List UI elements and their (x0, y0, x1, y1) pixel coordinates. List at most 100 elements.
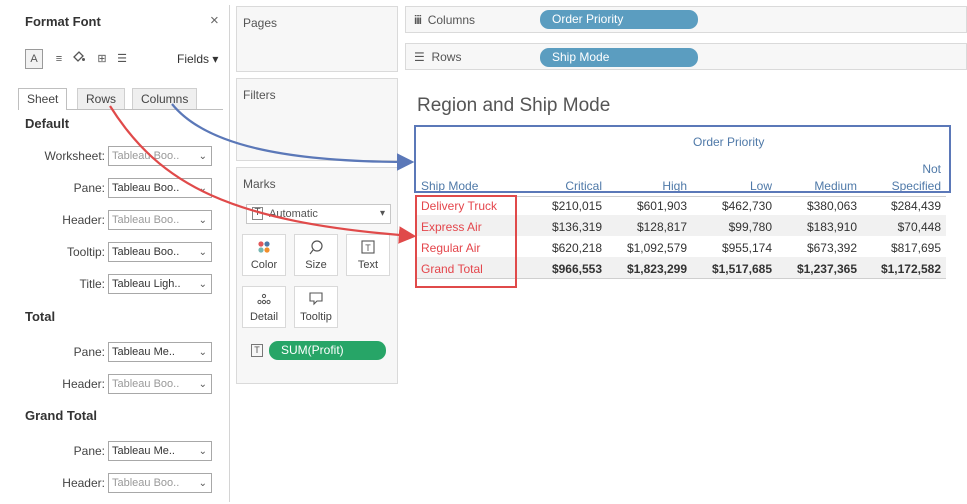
chevron-down-icon: ⌄ (198, 151, 207, 162)
tooltip-font-value: Tableau Boo.. (112, 246, 180, 258)
table-cell-total: $1,517,685 (711, 262, 772, 276)
columns-shelf-text: Columns (427, 13, 476, 27)
color-dots-icon (243, 239, 285, 255)
table-cell-total: $966,553 (551, 262, 602, 276)
header-font-select[interactable]: Tableau Boo.. ⌄ (108, 210, 212, 230)
table-cell: $210,015 (551, 199, 602, 213)
alignment-icon[interactable]: ≡ (50, 49, 68, 69)
table-cell: $380,063 (806, 199, 857, 213)
chevron-down-icon: ⌄ (198, 379, 207, 390)
fields-dropdown[interactable]: Fields ▾ (177, 52, 218, 66)
tab-sheet[interactable]: Sheet (18, 88, 68, 110)
grand-total-header-label: Header: (62, 476, 105, 490)
color-label: Color (250, 259, 278, 271)
table-cell: $1,092,579 (626, 241, 687, 255)
table-cell: $183,910 (806, 220, 857, 234)
section-total-heading: Total (25, 309, 56, 324)
table-cell: $99,780 (728, 220, 772, 234)
row-header-highlight-box (415, 195, 517, 288)
detail-label: Detail (249, 311, 279, 323)
borders-icon[interactable]: ⊞ (93, 49, 111, 69)
rows-icon: ☰ (414, 50, 425, 64)
grand-total-header-font-value: Tableau Boo.. (112, 477, 180, 489)
chevron-down-icon: ▾ (379, 208, 385, 219)
format-font-panel: Format Font × A ≡ ⊞ ☰ Fields ▾ Sheet Row… (13, 5, 230, 502)
total-pane-font-select[interactable]: Tableau Me.. ⌄ (108, 342, 212, 362)
header-font-value: Tableau Boo.. (112, 214, 180, 226)
format-toolbar: A ≡ ⊞ ☰ Fields ▾ (25, 49, 225, 71)
table-cell: $673,392 (806, 241, 857, 255)
chevron-down-icon: ⌄ (198, 215, 207, 226)
table-cell: $817,695 (890, 241, 941, 255)
total-header-font-value: Tableau Boo.. (112, 378, 180, 390)
table-cell: $128,817 (636, 220, 687, 234)
table-cell: $462,730 (721, 199, 772, 213)
grand-total-header-font-select[interactable]: Tableau Boo.. ⌄ (108, 473, 212, 493)
columns-shelf-label: iii Columns (414, 13, 475, 27)
rows-shelf-label: ☰ Rows (414, 50, 461, 64)
columns-icon: iii (414, 13, 422, 27)
chevron-down-icon: ⌄ (198, 446, 207, 457)
detail-icon (243, 291, 285, 307)
table-cell: $601,903 (636, 199, 687, 213)
worksheet-font-value: Tableau Boo.. (112, 150, 180, 162)
pill-text-icon: T (251, 344, 263, 357)
font-format-button[interactable]: A (25, 49, 43, 69)
chevron-down-icon: ⌄ (198, 247, 207, 258)
format-tabs: Sheet Rows Columns (18, 88, 223, 110)
total-header-label: Header: (62, 377, 105, 391)
text-icon: T (347, 239, 389, 255)
pages-title: Pages (243, 16, 278, 30)
chevron-down-icon: ⌄ (198, 478, 207, 489)
section-grand-total-heading: Grand Total (25, 408, 97, 423)
tab-columns[interactable]: Columns (132, 88, 198, 109)
text-label: Text (357, 259, 379, 271)
tooltip-icon (295, 291, 337, 307)
text-button[interactable]: T Text (346, 234, 390, 276)
color-button[interactable]: Color (242, 234, 286, 276)
order-priority-pill[interactable]: Order Priority (540, 10, 698, 29)
section-default-heading: Default (25, 116, 70, 131)
text-mark-icon: T (252, 207, 263, 220)
marks-title: Marks (243, 177, 276, 191)
rows-shelf-text: Rows (431, 50, 462, 64)
total-header-font-select[interactable]: Tableau Boo.. ⌄ (108, 374, 212, 394)
column-header-highlight-box (414, 125, 951, 193)
tab-rows[interactable]: Rows (77, 88, 126, 109)
worksheet-font-select[interactable]: Tableau Boo.. ⌄ (108, 146, 212, 166)
grand-total-pane-font-value: Tableau Me.. (112, 445, 175, 457)
chevron-down-icon: ⌄ (198, 183, 207, 194)
lines-icon[interactable]: ☰ (113, 49, 131, 69)
pane-font-select[interactable]: Tableau Boo.. ⌄ (108, 178, 212, 198)
pages-card[interactable]: Pages (236, 6, 398, 72)
chevron-down-icon: ⌄ (198, 279, 207, 290)
filters-title: Filters (243, 88, 276, 102)
total-pane-label: Pane: (73, 345, 105, 359)
table-cell: $70,448 (897, 220, 941, 234)
table-cell-total: $1,823,299 (626, 262, 687, 276)
sum-profit-pill[interactable]: SUM(Profit) (269, 341, 386, 360)
shading-icon[interactable] (70, 49, 88, 69)
tooltip-mark-label: Tooltip (300, 311, 332, 323)
detail-button[interactable]: Detail (242, 286, 286, 328)
chevron-down-icon: ⌄ (198, 347, 207, 358)
pane-font-value: Tableau Boo.. (112, 182, 180, 194)
mark-type-dropdown[interactable]: T Automatic ▾ (246, 204, 391, 224)
close-icon[interactable]: × (210, 12, 219, 29)
size-button[interactable]: Size (294, 234, 338, 276)
table-cell: $620,218 (551, 241, 602, 255)
viz-title: Region and Ship Mode (417, 95, 611, 116)
title-font-select[interactable]: Tableau Ligh.. ⌄ (108, 274, 212, 294)
svg-text:T: T (365, 243, 371, 253)
size-icon (295, 239, 337, 255)
header-label: Header: (62, 213, 105, 227)
table-cell-total: $1,172,582 (880, 262, 941, 276)
grand-total-pane-font-select[interactable]: Tableau Me.. ⌄ (108, 441, 212, 461)
tooltip-button[interactable]: Tooltip (294, 286, 338, 328)
worksheet-label: Worksheet: (44, 149, 105, 163)
size-label: Size (305, 259, 327, 271)
table-cell: $955,174 (721, 241, 772, 255)
filters-card[interactable]: Filters (236, 78, 398, 161)
tooltip-font-select[interactable]: Tableau Boo.. ⌄ (108, 242, 212, 262)
ship-mode-pill[interactable]: Ship Mode (540, 48, 698, 67)
